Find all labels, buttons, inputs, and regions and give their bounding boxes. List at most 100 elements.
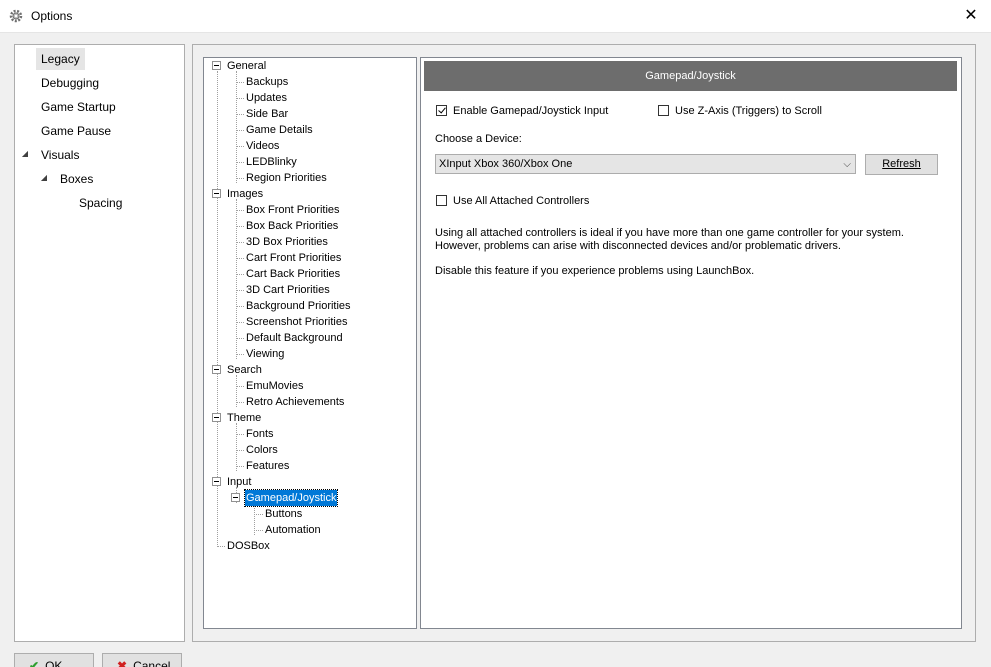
tree-node-screenshot-priorities[interactable]: Screenshot Priorities xyxy=(245,314,349,330)
tree-node-side-bar[interactable]: Side Bar xyxy=(245,106,289,122)
tree-node-dosbox[interactable]: DOSBox xyxy=(226,538,271,554)
tree-line xyxy=(236,210,244,211)
tree-line xyxy=(236,434,244,435)
collapse-box-icon[interactable] xyxy=(212,365,221,374)
ok-button-label: OK xyxy=(45,659,63,667)
tree-node-3d-box-priorities[interactable]: 3D Box Priorities xyxy=(245,234,329,250)
tree-node-3d-cart-priorities[interactable]: 3D Cart Priorities xyxy=(245,282,331,298)
tree-node-box-back-priorities[interactable]: Box Back Priorities xyxy=(245,218,339,234)
device-select[interactable]: XInput Xbox 360/Xbox One ⌵ xyxy=(435,154,856,174)
collapse-arrow-icon[interactable]: ◢ xyxy=(20,149,30,159)
tree-line xyxy=(236,98,244,99)
tree-node-videos[interactable]: Videos xyxy=(245,138,280,154)
tree-node-emumovies[interactable]: EmuMovies xyxy=(245,378,304,394)
tree-node-region-priorities[interactable]: Region Priorities xyxy=(245,170,328,186)
refresh-button[interactable]: Refresh xyxy=(865,154,938,175)
tree-node-box-front-priorities[interactable]: Box Front Priorities xyxy=(245,202,341,218)
nav-item-game-pause[interactable]: Game Pause xyxy=(36,120,116,142)
tree-node-fonts[interactable]: Fonts xyxy=(245,426,275,442)
tree-line xyxy=(236,178,244,179)
tree-node-theme[interactable]: Theme xyxy=(226,410,262,426)
zaxis-scroll-checkbox[interactable]: Use Z-Axis (Triggers) to Scroll xyxy=(658,103,822,119)
nav-item-spacing[interactable]: Spacing xyxy=(74,192,127,214)
window-title: Options xyxy=(31,9,73,23)
tree-node-retro-achievements[interactable]: Retro Achievements xyxy=(245,394,345,410)
checkmark-icon: ✔ xyxy=(29,659,40,667)
refresh-button-label: Refresh xyxy=(882,158,921,170)
cancel-x-icon: ✖ xyxy=(117,659,128,667)
tree-node-automation[interactable]: Automation xyxy=(264,522,322,538)
tree-line xyxy=(236,71,237,183)
zaxis-scroll-label: Use Z-Axis (Triggers) to Scroll xyxy=(675,105,822,117)
tree-line xyxy=(254,514,263,515)
tree-line xyxy=(236,226,244,227)
tree-line xyxy=(236,130,244,131)
use-all-controllers-label: Use All Attached Controllers xyxy=(453,195,590,207)
checkbox-unchecked-icon[interactable] xyxy=(436,195,447,206)
tree-line xyxy=(236,466,244,467)
tree-line xyxy=(236,306,244,307)
tree-line xyxy=(236,146,244,147)
tree-line xyxy=(254,530,263,531)
tree-line xyxy=(236,258,244,259)
tree-line xyxy=(217,546,225,547)
use-all-controllers-checkbox[interactable]: Use All Attached Controllers xyxy=(436,193,589,209)
description-line-1: Using all attached controllers is ideal … xyxy=(435,227,904,239)
tree-line xyxy=(236,162,244,163)
tree-node-cart-back-priorities[interactable]: Cart Back Priorities xyxy=(245,266,341,282)
checkbox-checked-icon[interactable] xyxy=(436,105,447,116)
tree-line xyxy=(236,354,244,355)
tree-line xyxy=(236,199,237,359)
collapse-box-icon[interactable] xyxy=(212,477,221,486)
description-line-3: Disable this feature if you experience p… xyxy=(435,265,755,277)
gear-icon xyxy=(9,9,23,23)
tree-line xyxy=(236,242,244,243)
tree-node-viewing[interactable]: Viewing xyxy=(245,346,285,362)
cancel-button-label: Cancel xyxy=(133,659,171,667)
enable-gamepad-label: Enable Gamepad/Joystick Input xyxy=(453,105,609,117)
panel-header: Gamepad/Joystick xyxy=(424,61,957,91)
tree-line xyxy=(236,290,244,291)
tree-line xyxy=(236,274,244,275)
collapse-box-icon[interactable] xyxy=(212,189,221,198)
tree-line xyxy=(217,71,218,547)
nav-item-visuals[interactable]: Visuals xyxy=(36,144,84,166)
tree-node-background-priorities[interactable]: Background Priorities xyxy=(245,298,352,314)
collapse-box-icon[interactable] xyxy=(212,413,221,422)
chevron-down-icon[interactable]: ⌵ xyxy=(843,155,851,174)
enable-gamepad-checkbox[interactable]: Enable Gamepad/Joystick Input xyxy=(436,103,608,119)
collapse-arrow-icon[interactable]: ◢ xyxy=(39,173,49,183)
tree-node-images[interactable]: Images xyxy=(226,186,264,202)
options-window: Options ✕ Legacy Debugging Game Startup … xyxy=(0,0,991,667)
nav-item-legacy[interactable]: Legacy xyxy=(36,48,85,70)
tree-node-general[interactable]: General xyxy=(226,58,267,74)
device-select-value: XInput Xbox 360/Xbox One xyxy=(439,158,573,170)
tree-node-default-background[interactable]: Default Background xyxy=(245,330,344,346)
tree-node-input[interactable]: Input xyxy=(226,474,252,490)
nav-item-boxes[interactable]: Boxes xyxy=(55,168,98,190)
tree-node-search[interactable]: Search xyxy=(226,362,263,378)
tree-node-colors[interactable]: Colors xyxy=(245,442,279,458)
tree-node-backups[interactable]: Backups xyxy=(245,74,289,90)
tree-node-game-details[interactable]: Game Details xyxy=(245,122,314,138)
checkbox-unchecked-icon[interactable] xyxy=(658,105,669,116)
tree-line xyxy=(236,450,244,451)
tree-node-updates[interactable]: Updates xyxy=(245,90,288,106)
tree-line xyxy=(236,338,244,339)
tree-node-buttons[interactable]: Buttons xyxy=(264,506,303,522)
tree-node-ledblinky[interactable]: LEDBlinky xyxy=(245,154,298,170)
tree-node-features[interactable]: Features xyxy=(245,458,290,474)
tree-line xyxy=(236,82,244,83)
description-line-2: However, problems can arise with disconn… xyxy=(435,240,841,252)
tree-node-gamepad-joystick[interactable]: Gamepad/Joystick xyxy=(243,489,339,507)
tree-line xyxy=(236,322,244,323)
collapse-box-icon[interactable] xyxy=(231,493,240,502)
nav-item-game-startup[interactable]: Game Startup xyxy=(36,96,121,118)
ok-button[interactable]: ✔ OK xyxy=(14,653,94,667)
collapse-box-icon[interactable] xyxy=(212,61,221,70)
close-icon[interactable]: ✕ xyxy=(955,0,987,32)
tree-node-cart-front-priorities[interactable]: Cart Front Priorities xyxy=(245,250,342,266)
nav-item-debugging[interactable]: Debugging xyxy=(36,72,104,94)
tree-line xyxy=(236,386,244,387)
cancel-button[interactable]: ✖ Cancel xyxy=(102,653,182,667)
